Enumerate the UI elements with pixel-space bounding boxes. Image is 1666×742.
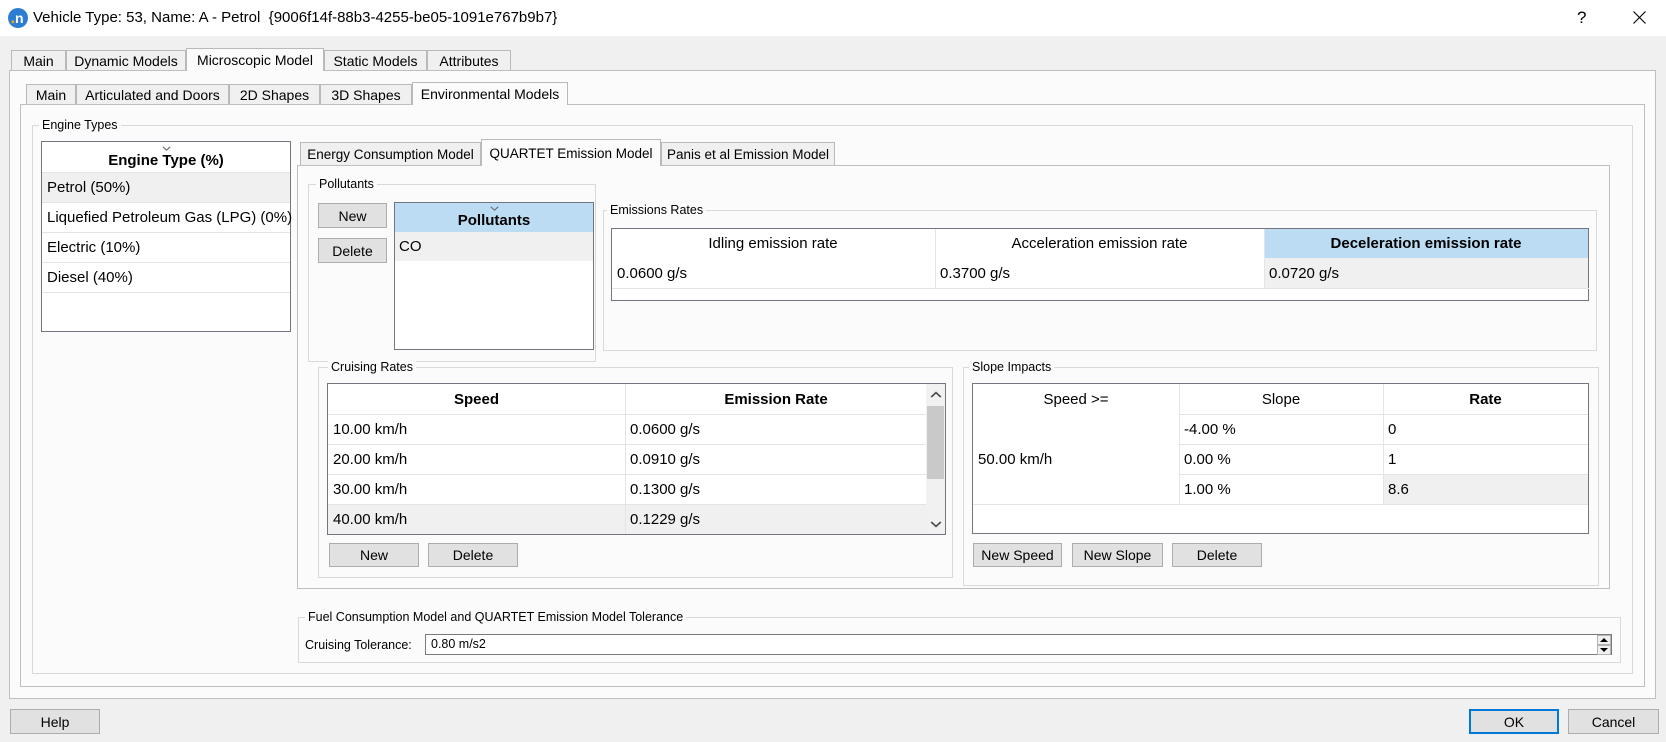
- svg-text:n: n: [15, 10, 24, 26]
